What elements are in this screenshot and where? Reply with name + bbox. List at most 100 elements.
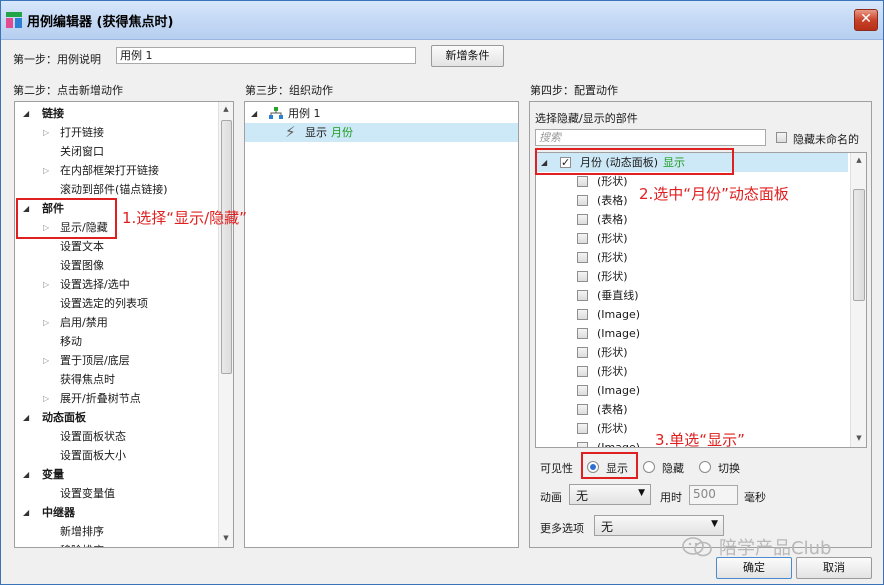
case-name-input[interactable]: 用例 1 [116,47,416,64]
widget-checkbox[interactable] [577,195,588,206]
action-tree-scrollbar[interactable]: ▲ ▼ [218,102,233,547]
action-row[interactable]: ⚡ 显示 月份 [245,123,518,142]
tree-item[interactable]: ▷ 置于顶层/底层 [15,351,215,370]
tree-group[interactable]: ◢ 变量 [15,465,215,484]
scroll-thumb[interactable] [853,189,865,301]
add-condition-button[interactable]: 新增条件 [431,45,504,67]
more-options-select[interactable]: 无 ▼ [594,515,724,536]
widget-checkbox[interactable] [577,271,588,282]
tree-item[interactable]: 获得焦点时 [15,370,215,389]
tree-group[interactable]: ◢ 链接 [15,104,215,123]
expand-icon[interactable]: ▷ [43,123,49,142]
widget-child-row[interactable]: (形状) [536,267,846,286]
scroll-down-icon[interactable]: ▼ [852,434,866,442]
expand-icon[interactable]: ▷ [43,351,49,370]
tree-group[interactable]: ◢ 动态面板 [15,408,215,427]
collapse-icon[interactable]: ◢ [23,104,29,123]
scroll-up-icon[interactable]: ▲ [219,105,233,113]
widget-child-label: (Image) [597,441,641,448]
scroll-thumb[interactable] [221,120,232,374]
collapse-icon[interactable]: ◢ [23,408,29,427]
ok-button[interactable]: 确定 [716,557,792,579]
tree-item-label: 设置选择/选中 [60,278,130,291]
search-input[interactable]: 搜索 [535,129,766,146]
tree-item[interactable]: 设置图像 [15,256,215,275]
hide-unnamed-checkbox[interactable] [776,132,787,143]
widget-checkbox[interactable] [577,423,588,434]
tree-item[interactable]: ▷ 设置选择/选中 [15,275,215,294]
widget-checkbox[interactable] [577,385,588,396]
widget-child-row[interactable]: (Image) [536,324,846,343]
expand-icon[interactable]: ▷ [43,313,49,332]
tree-item[interactable]: 关闭窗口 [15,142,215,161]
widget-child-row[interactable]: (垂直线) [536,286,846,305]
cancel-button[interactable]: 取消 [796,557,872,579]
expand-icon[interactable]: ▷ [43,161,49,180]
widget-checkbox[interactable] [577,176,588,187]
step3-label: 第三步：组织动作 [245,84,333,97]
collapse-icon[interactable]: ◢ [251,104,257,123]
tree-item-label: 设置面板状态 [60,430,126,443]
tree-item-label: 设置面板大小 [60,449,126,462]
expand-icon[interactable]: ▷ [43,275,49,294]
tree-item[interactable]: 设置文本 [15,237,215,256]
tree-item[interactable]: 滚动到部件(锚点链接) [15,180,215,199]
visibility-hide-label: 隐藏 [662,462,684,475]
widget-checkbox[interactable] [577,347,588,358]
widget-child-row[interactable]: (形状) [536,229,846,248]
tree-item[interactable]: ▷ 打开链接 [15,123,215,142]
tree-item[interactable]: 设置选定的列表项 [15,294,215,313]
widget-child-row[interactable]: (表格) [536,210,846,229]
widget-child-row[interactable]: (形状) [536,362,846,381]
lightning-icon: ⚡ [285,123,296,141]
widget-child-label: (形状) [597,270,628,283]
tree-item[interactable]: 新增排序 [15,522,215,541]
tree-item[interactable]: 移动 [15,332,215,351]
chevron-down-icon: ▼ [638,488,645,498]
more-options-label: 更多选项 [540,522,584,535]
tree-item[interactable]: 设置面板状态 [15,427,215,446]
widget-child-row[interactable]: (形状) [536,248,846,267]
widget-checkbox[interactable] [577,366,588,377]
case-tree-item[interactable]: ◢ 用例 1 [251,104,511,123]
widget-checkbox[interactable] [577,442,588,447]
scroll-down-icon[interactable]: ▼ [219,534,233,542]
duration-input[interactable]: 500 [689,485,738,505]
tree-item-label: 获得焦点时 [60,373,115,386]
widget-child-row[interactable]: (形状) [536,343,846,362]
collapse-icon[interactable]: ◢ [23,503,29,522]
widget-tree-scrollbar[interactable]: ▲ ▼ [850,153,866,447]
step1-label: 第一步：用例说明 [13,53,101,66]
tree-item[interactable]: 移除排序 [15,541,215,547]
widget-checkbox[interactable] [577,290,588,301]
tree-item[interactable]: 设置面板大小 [15,446,215,465]
widget-checkbox[interactable] [577,252,588,263]
animation-select[interactable]: 无 ▼ [569,484,651,505]
tree-item[interactable]: ▷ 启用/禁用 [15,313,215,332]
widget-checkbox[interactable] [577,404,588,415]
tree-item[interactable]: ▷ 在内部框架打开链接 [15,161,215,180]
visibility-toggle-radio[interactable] [699,461,711,473]
collapse-icon[interactable]: ◢ [23,465,29,484]
tree-group[interactable]: ◢ 中继器 [15,503,215,522]
scroll-up-icon[interactable]: ▲ [852,156,866,164]
more-options-value: 无 [601,520,614,534]
widget-checkbox[interactable] [577,214,588,225]
widget-checkbox[interactable] [577,309,588,320]
annotation-box-3 [581,452,638,479]
tree-item-label: 设置文本 [60,240,104,253]
tree-item-label: 动态面板 [42,411,86,424]
window-title: 用例编辑器 (获得焦点时) [27,15,174,30]
close-button[interactable]: ✕ [854,9,878,31]
widget-child-row[interactable]: (Image) [536,381,846,400]
title-bar: 用例编辑器 (获得焦点时) ✕ [1,1,883,40]
widget-child-row[interactable]: (表格) [536,400,846,419]
widget-child-row[interactable]: (Image) [536,305,846,324]
widget-checkbox[interactable] [577,328,588,339]
visibility-hide-radio[interactable] [643,461,655,473]
expand-icon[interactable]: ▷ [43,389,49,408]
tree-item-label: 关闭窗口 [60,145,104,158]
tree-item[interactable]: ▷ 展开/折叠树节点 [15,389,215,408]
tree-item[interactable]: 设置变量值 [15,484,215,503]
widget-checkbox[interactable] [577,233,588,244]
